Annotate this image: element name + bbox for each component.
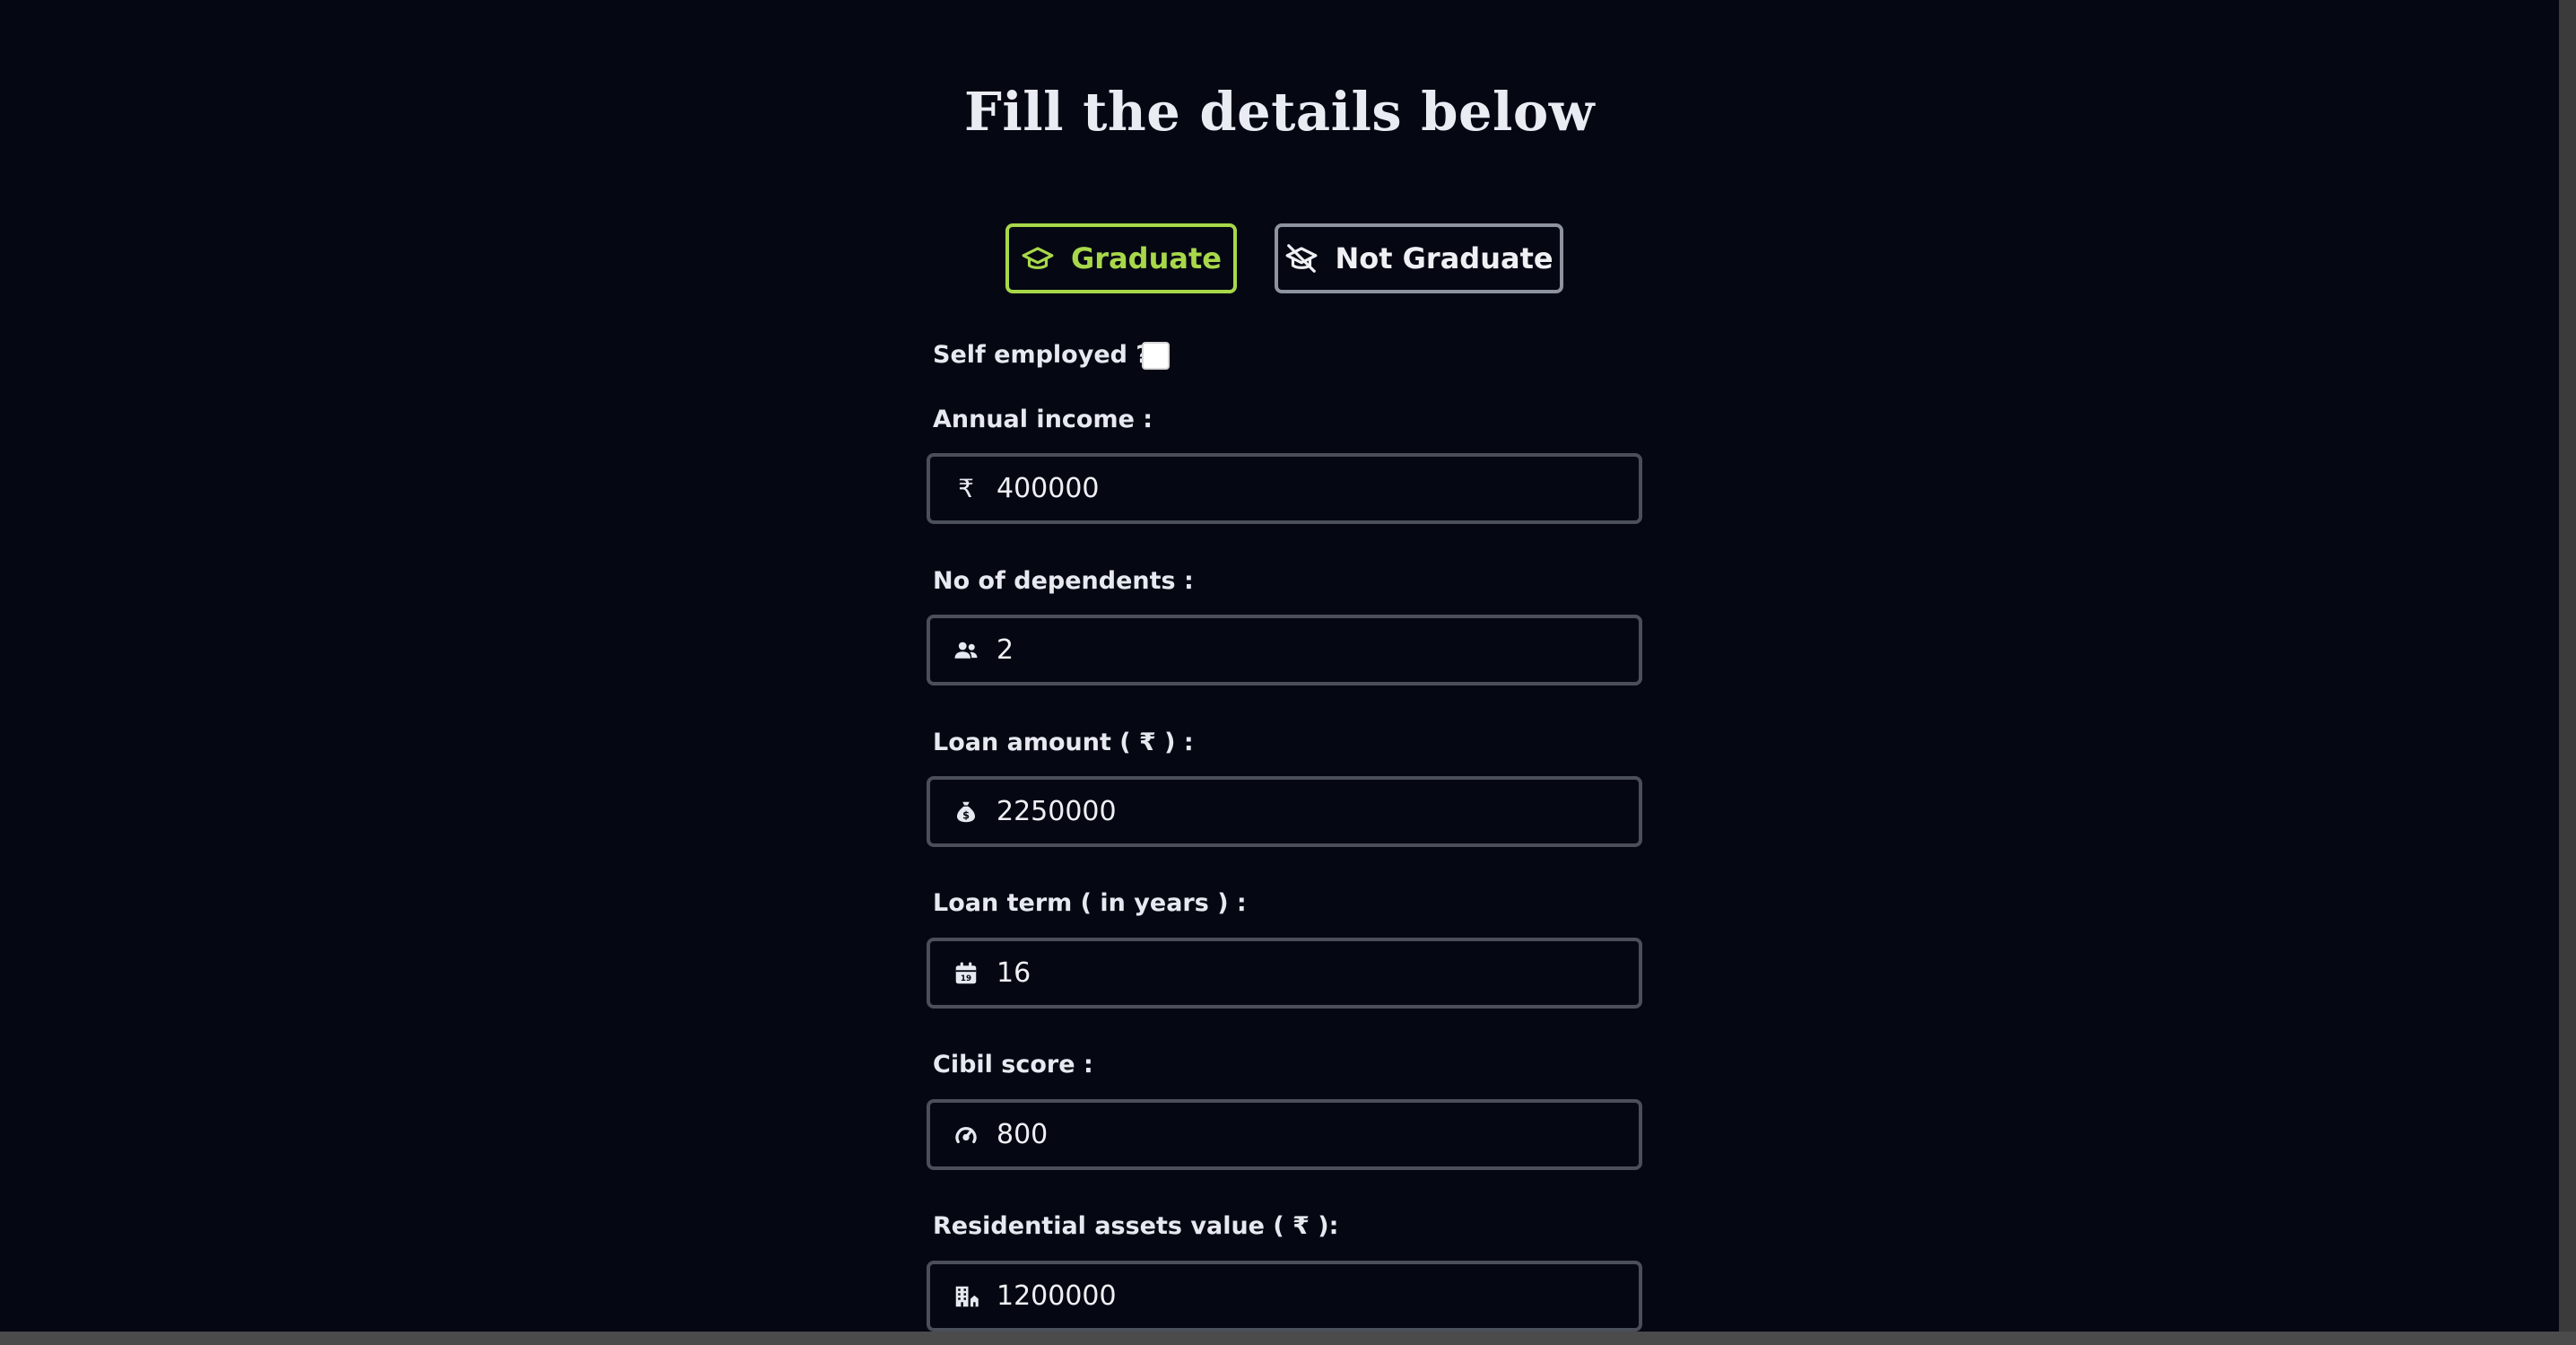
calendar-icon: 19	[930, 960, 1002, 987]
self-employed-label: Self employed ?	[933, 341, 1151, 369]
graduate-button[interactable]: Graduate	[1005, 223, 1237, 293]
annual-income-field[interactable]: ₹	[927, 453, 1642, 524]
gauge-icon	[930, 1122, 1002, 1148]
money-bag-icon: $	[930, 799, 1002, 825]
dependents-input[interactable]	[996, 634, 1606, 666]
not-graduate-button-label: Not Graduate	[1335, 241, 1553, 275]
residential-assets-field[interactable]	[927, 1261, 1642, 1332]
loan-amount-field[interactable]: $	[927, 776, 1642, 847]
cibil-score-label: Cibil score :	[933, 1051, 1093, 1079]
self-employed-checkbox[interactable]	[1142, 342, 1170, 370]
rupee-icon: ₹	[958, 474, 974, 503]
loan-term-field[interactable]: 19	[927, 938, 1642, 1009]
window-bottom-edge	[0, 1332, 2576, 1345]
users-icon	[930, 637, 1002, 664]
annual-income-input[interactable]	[996, 473, 1606, 504]
vertical-scrollbar[interactable]	[2559, 0, 2576, 1345]
graduation-cap-icon	[1021, 241, 1055, 275]
dependents-label: No of dependents :	[933, 567, 1194, 595]
residential-assets-input[interactable]	[996, 1280, 1606, 1312]
page-title: Fill the details below	[963, 81, 1596, 143]
not-graduate-button[interactable]: Not Graduate	[1275, 223, 1563, 293]
svg-text:$: $	[962, 809, 970, 821]
loan-amount-label: Loan amount ( ₹ ) :	[933, 729, 1194, 756]
graduate-button-label: Graduate	[1071, 241, 1222, 275]
svg-text:19: 19	[961, 974, 971, 983]
graduation-cap-off-icon	[1284, 241, 1318, 275]
page-viewport: Fill the details below Graduate Not Grad…	[0, 0, 2559, 1332]
loan-amount-input[interactable]	[996, 796, 1606, 827]
building-icon	[930, 1283, 1002, 1310]
loan-term-input[interactable]	[996, 957, 1606, 989]
cibil-score-field[interactable]	[927, 1099, 1642, 1170]
annual-income-label: Annual income :	[933, 406, 1153, 433]
residential-assets-label: Residential assets value ( ₹ ):	[933, 1212, 1339, 1240]
dependents-field[interactable]	[927, 615, 1642, 686]
loan-term-label: Loan term ( in years ) :	[933, 889, 1247, 917]
cibil-score-input[interactable]	[996, 1119, 1606, 1150]
